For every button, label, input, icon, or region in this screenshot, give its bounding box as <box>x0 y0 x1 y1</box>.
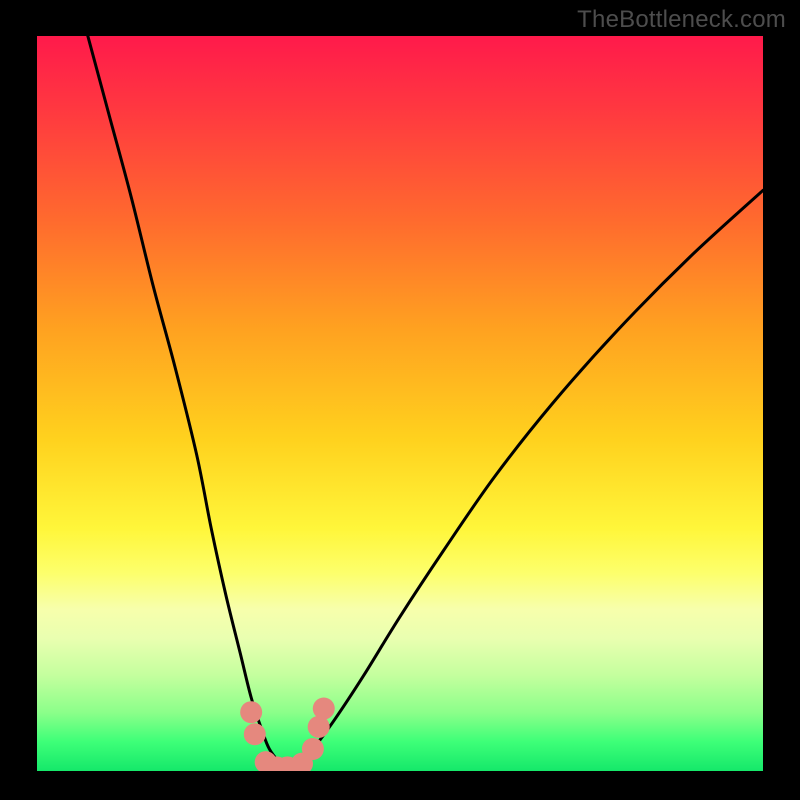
dot-point <box>244 723 266 745</box>
plot-area <box>37 36 763 771</box>
chart-overlay <box>37 36 763 771</box>
curve-left-path <box>88 36 288 771</box>
dot-point <box>313 698 335 720</box>
curve-right-path <box>287 190 763 771</box>
dot-point <box>240 701 262 723</box>
chart-frame: TheBottleneck.com <box>0 0 800 800</box>
dot-point <box>302 738 324 760</box>
watermark-text: TheBottleneck.com <box>577 6 786 34</box>
dots-group <box>240 698 335 771</box>
